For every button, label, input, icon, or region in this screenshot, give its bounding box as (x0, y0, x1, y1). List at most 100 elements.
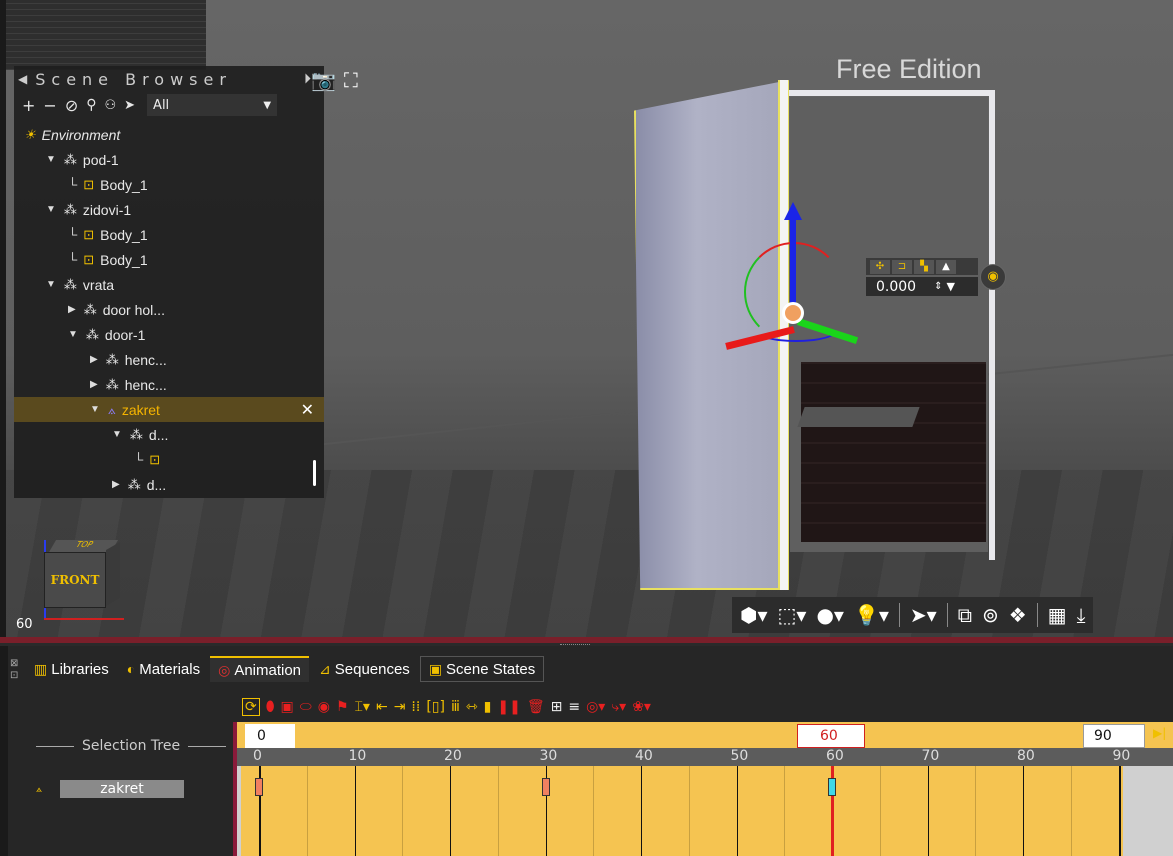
timeline-range-bar[interactable]: 0 60 90 ▶| (233, 722, 1173, 748)
link-icon[interactable]: ⊘ (65, 96, 78, 115)
frame-icon[interactable]: ⛶ (344, 68, 358, 92)
tree-item[interactable]: ▼ ⁂ d... (14, 422, 324, 447)
panel-pin-icon[interactable]: ⊠ ⊡ (10, 658, 18, 682)
record-icon[interactable]: ⬮ (266, 699, 275, 715)
range-start-input[interactable]: 0 (245, 724, 295, 748)
keyframe[interactable] (828, 778, 836, 796)
camera-icon[interactable]: 📷 (311, 68, 336, 92)
stepper-icon[interactable]: ⇕ (934, 281, 942, 292)
delete-keys-icon[interactable]: 🗑 (527, 699, 545, 715)
collapse-left-icon[interactable]: ◀ (18, 72, 27, 86)
section-icon[interactable]: ⧉ (958, 603, 972, 627)
keyframe[interactable] (255, 778, 263, 796)
list-icon[interactable]: ≡ (568, 699, 580, 715)
tree-item[interactable]: ▶ ⁂ door hol... (14, 297, 324, 322)
render-mode-icon[interactable]: ⬢▾ (740, 603, 768, 627)
transform-value-widget[interactable]: ✣ ⊐ ▚ ▲ 0.000 ⇕ ▼ ◉ (866, 258, 1006, 298)
go-end-icon[interactable]: ⇥ (394, 699, 406, 715)
tab-sequences[interactable]: ⊿ Sequences (311, 656, 418, 682)
insert-icon[interactable]: ⊞ (551, 699, 563, 715)
collapse-icon[interactable]: ▼ (90, 404, 100, 415)
arrow-down-icon[interactable]: ▼ (946, 280, 954, 293)
arrow-up-icon[interactable]: ▲ (936, 259, 956, 274)
collapse-icon[interactable]: ▼ (68, 329, 78, 340)
timeline-track[interactable] (233, 766, 1173, 856)
keyframe[interactable] (541, 778, 550, 796)
tree-item[interactable]: ▼ ⁂ door-1 (14, 322, 324, 347)
tree-item[interactable]: └ ⊡ Body_1 (14, 172, 324, 197)
step-icon[interactable]: ▚ (914, 259, 934, 274)
users-icon[interactable]: ⚇ (104, 98, 116, 113)
spread-keys-icon[interactable]: ⅲ (451, 699, 460, 715)
view-cube[interactable]: TOP FRONT (14, 520, 134, 630)
collapse-icon[interactable]: ▼ (112, 429, 122, 440)
tree-item[interactable]: ▼ ⁂ vrata (14, 272, 324, 297)
move-keys-icon[interactable]: ⇿ (466, 699, 478, 715)
range-icon[interactable]: ⌶▾ (355, 699, 370, 715)
frame-view-icon[interactable]: ⬚▾ (778, 603, 807, 627)
auto-key-icon[interactable]: ⟳ (242, 698, 260, 716)
settings-icon[interactable]: ❀▾ (632, 699, 651, 715)
scrollbar-thumb[interactable] (313, 460, 316, 486)
dial-icon[interactable]: ◉ (980, 264, 1006, 290)
close-icon[interactable]: ✕ (301, 400, 314, 420)
view-cube-side[interactable] (106, 541, 120, 607)
transform-value[interactable]: 0.000 (876, 279, 916, 295)
snap-icon[interactable]: ⊐ (892, 259, 912, 274)
eye-icon[interactable]: ◉ (318, 699, 330, 715)
collapse-icon[interactable]: ▼ (46, 279, 56, 290)
3d-viewport[interactable]: Free Edition ✣ ⊐ ▚ ▲ 0.000 ⇕ ▼ ◉ ◀ Scene… (0, 0, 1173, 640)
grid-icon[interactable]: ▦ (1048, 603, 1067, 627)
panel-splitter[interactable] (0, 637, 1173, 643)
collapse-icon[interactable]: ▼ (46, 154, 56, 165)
transform-value-input[interactable]: 0.000 ⇕ ▼ (866, 277, 978, 296)
key-icon[interactable]: ▮ (484, 699, 492, 715)
tree-item[interactable]: ▶ ⁂ henc... (14, 347, 324, 372)
interpolation-icon[interactable]: ◎▾ (586, 699, 605, 715)
tab-libraries[interactable]: ▥ Libraries (26, 656, 117, 682)
tree-item[interactable]: └ ⊡ (14, 447, 324, 472)
shading-icon[interactable]: ●▾ (816, 603, 844, 627)
tab-scene-states[interactable]: ▣ Scene States (419, 656, 545, 682)
tab-materials[interactable]: ◐ Materials (119, 656, 208, 682)
timeline-ruler[interactable]: 0 10 20 30 40 50 60 70 80 90 (233, 748, 1173, 766)
range-end-input[interactable]: 90 (1083, 724, 1145, 748)
add-icon[interactable]: + (22, 96, 35, 115)
track-row[interactable]: ⟑ zakret (36, 780, 186, 798)
go-end-marker-icon[interactable]: ▶| (1153, 726, 1166, 740)
light-icon[interactable]: 💡▾ (854, 603, 889, 627)
go-start-icon[interactable]: ⇤ (376, 699, 388, 715)
keys-grid-icon[interactable]: ⁞⁞ (411, 699, 420, 715)
path-icon[interactable]: ⤷▾ (611, 699, 626, 715)
visibility-key-icon[interactable]: ⬭ (300, 699, 312, 715)
expand-icon[interactable]: ▶ (112, 479, 120, 490)
z-axis-handle[interactable] (784, 202, 802, 313)
pause-keys-icon[interactable]: ❚❚ (497, 699, 520, 715)
collapse-icon[interactable]: ▼ (46, 204, 56, 215)
gizmo-center-handle[interactable] (782, 302, 804, 324)
view-cube-front[interactable]: FRONT (44, 552, 106, 608)
expand-icon[interactable]: ▶ (90, 354, 98, 365)
tree-item[interactable]: ▼ ⁂ zidovi-1 (14, 197, 324, 222)
tree-item[interactable]: ▼ ⟑ zakret ✕ (14, 397, 324, 422)
drop-to-floor-icon[interactable]: ⤓ (1077, 603, 1086, 627)
current-frame-input[interactable]: 60 (797, 724, 865, 748)
tree-item-environment[interactable]: ☀ Environment (14, 122, 324, 147)
tree-item[interactable]: ▼ ⁂ pod-1 (14, 147, 324, 172)
track-name[interactable]: zakret (60, 780, 184, 798)
search-icon[interactable]: ⚲ (86, 97, 96, 113)
transform-gizmo[interactable] (706, 200, 886, 360)
tab-animation[interactable]: ◎ Animation (210, 656, 310, 682)
marker-icon[interactable]: ⚑ (336, 699, 349, 715)
expand-icon[interactable]: ▶ (68, 304, 76, 315)
tree-item[interactable]: └ ⊡ Body_1 (14, 247, 324, 272)
tree-item[interactable]: ▶ ⁂ d... (14, 472, 324, 497)
explode-icon[interactable]: ❖ (1009, 603, 1027, 627)
tree-item[interactable]: ▶ ⁂ henc... (14, 372, 324, 397)
select-keys-icon[interactable]: [▯] (426, 699, 445, 715)
tree-item[interactable]: └ ⊡ Body_1 (14, 222, 324, 247)
remove-icon[interactable]: − (43, 96, 56, 115)
camera-key-icon[interactable]: ▣ (281, 699, 294, 715)
filter-dropdown[interactable]: All ▼ (147, 94, 278, 116)
inspect-icon[interactable]: ⊚ (982, 603, 999, 627)
